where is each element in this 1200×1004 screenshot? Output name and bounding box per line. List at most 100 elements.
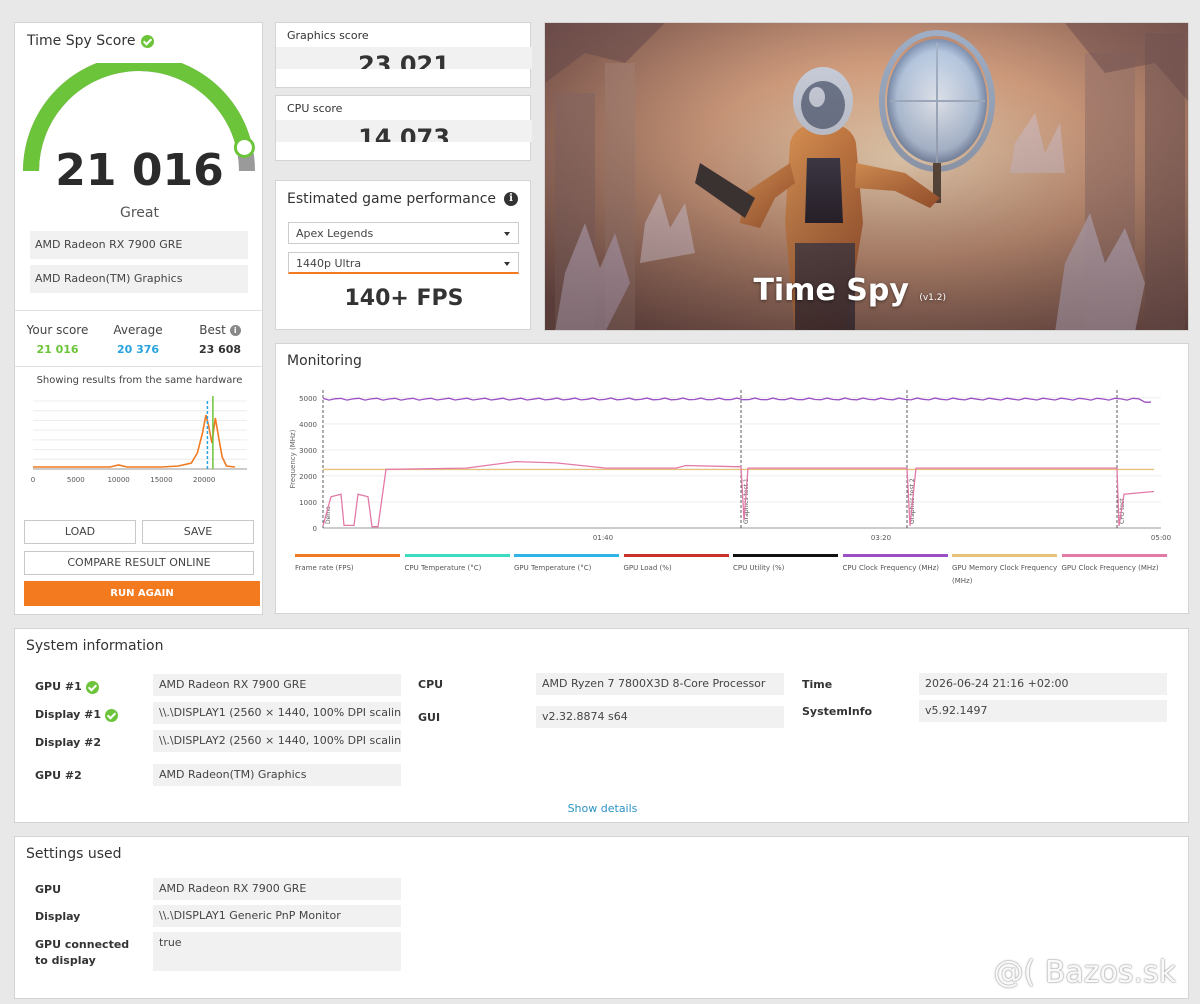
estimated-fps: 140+ FPS (344, 286, 464, 311)
hardware-row-igpu: AMD Radeon(TM) Graphics (30, 265, 248, 293)
game-performance-title: Estimated game performance (287, 191, 497, 207)
legend-swatch (733, 554, 838, 557)
gui-label: GUI (418, 711, 441, 724)
y-tick-label: 1000 (299, 499, 317, 507)
legend-label: Frame rate (FPS) (295, 564, 354, 572)
compare-online-button[interactable]: COMPARE RESULT ONLINE (24, 551, 254, 575)
load-button[interactable]: LOAD (24, 520, 136, 544)
game-select[interactable]: Apex Legends (288, 222, 519, 244)
gpu1-label: GPU #1 (35, 680, 99, 694)
display2-label: Display #2 (35, 736, 102, 749)
gpu1-value: AMD Radeon RX 7900 GRE (153, 674, 401, 696)
chevron-down-icon (504, 262, 510, 266)
y-tick-label: 2000 (299, 473, 317, 481)
your-score-label: Your score (26, 323, 89, 337)
score-card: Time Spy Score 21 016 Great AMD Radeon R… (14, 22, 264, 615)
cpu-label: CPU (418, 678, 444, 691)
banner-title-text: Time Spy (753, 273, 909, 308)
settings-display-label: Display (35, 910, 81, 923)
legend-label: CPU Utility (%) (733, 564, 785, 572)
game-performance-card: Estimated game performance i Apex Legend… (275, 180, 531, 330)
time-value: 2026-06-24 21:16 +02:00 (919, 673, 1167, 695)
monitoring-card: Monitoring 5000 4000 3000 2000 1000 0 Frequenc… (275, 343, 1189, 614)
cpu-score-value: 14 073 (276, 120, 532, 142)
average-score-block: Average 20 376 (107, 323, 169, 356)
legend-label: GPU Clock Frequency (MHz) (1061, 564, 1159, 572)
graphics-score-box: Graphics score 23 021 (275, 22, 532, 88)
run-again-button[interactable]: RUN AGAIN (24, 581, 260, 606)
info-icon[interactable]: i (504, 192, 518, 206)
legend-item[interactable]: GPU Load (%) (623, 554, 731, 575)
legend-swatch (952, 554, 1057, 557)
legend-item[interactable]: GPU Temperature (°C) (514, 554, 621, 575)
banner-title: Time Spy (v1.2) (753, 273, 946, 308)
x-tick-label: 01:40 (593, 534, 613, 542)
chevron-down-icon (504, 232, 510, 236)
settings-used-card: Settings used GPU AMD Radeon RX 7900 GRE… (14, 836, 1189, 999)
cpu-score-label: CPU score (287, 102, 343, 115)
legend-label: GPU Load (%) (623, 564, 672, 572)
y-tick-label: 3000 (299, 447, 317, 455)
y-axis-label: Frequency (MHz) (289, 429, 297, 488)
score-rating: Great (120, 205, 159, 221)
settings-connected-value: true (153, 932, 401, 971)
legend-label: GPU Temperature (°C) (514, 564, 592, 572)
verified-check-icon (104, 708, 118, 722)
distribution-tick-label: 10000 (107, 476, 129, 484)
resolution-select[interactable]: 1440p Ultra (288, 252, 519, 274)
display2-value: \\.\DISPLAY2 (2560 × 1440, 100% DPI scal… (153, 730, 401, 752)
score-value: 21 016 (55, 145, 224, 196)
systeminfo-value: v5.92.1497 (919, 700, 1167, 722)
gui-value: v2.32.8874 s64 (536, 706, 784, 728)
banner-version: (v1.2) (919, 293, 946, 303)
system-information-card: System information GPU #1 AMD Radeon RX … (14, 628, 1189, 823)
cpu-clock-series (322, 397, 1151, 403)
monitoring-chart: 5000 4000 3000 2000 1000 0 Frequency (MHz) 01:4… (289, 390, 1171, 542)
legend-swatch (623, 554, 729, 557)
legend-swatch (295, 554, 400, 557)
settings-connected-label: GPU connected to display (35, 938, 130, 967)
resolution-select-value: 1440p Ultra (296, 257, 362, 270)
best-score-value: 23 608 (198, 343, 242, 356)
display1-value: \\.\DISPLAY1 (2560 × 1440, 100% DPI scal… (153, 702, 401, 724)
divider (15, 310, 264, 311)
legend-swatch (514, 554, 619, 557)
legend-item[interactable]: CPU Clock Frequency (MHz) (842, 554, 950, 575)
your-score-value: 21 016 (36, 343, 79, 356)
legend-swatch (1061, 554, 1167, 557)
distribution-tick-label: 0 (31, 476, 35, 484)
gpu1-label-text: GPU #1 (35, 680, 82, 693)
show-details-link[interactable]: Show details (15, 802, 1190, 815)
monitoring-title: Monitoring (287, 353, 362, 369)
average-score-value: 20 376 (116, 343, 160, 356)
score-title-text: Time Spy Score (27, 33, 136, 49)
legend-item[interactable]: Frame rate (FPS) (295, 554, 402, 575)
distribution-caption: Showing results from the same hardware (36, 375, 243, 386)
legend-item[interactable]: CPU Utility (%) (733, 554, 840, 575)
best-score-label: Best i (187, 323, 253, 337)
save-button[interactable]: SAVE (142, 520, 254, 544)
settings-gpu-value: AMD Radeon RX 7900 GRE (153, 878, 401, 900)
legend-label: CPU Temperature (°C) (404, 564, 482, 572)
gpu2-value: AMD Radeon(TM) Graphics (153, 764, 401, 786)
graphics-score-value: 23 021 (276, 47, 532, 69)
legend-item[interactable]: GPU Memory Clock Frequency (MHz) (952, 554, 1059, 588)
distribution-tick-label: 15000 (150, 476, 172, 484)
legend-swatch (404, 554, 510, 557)
time-label: Time (802, 678, 833, 691)
y-tick-label: 4000 (299, 421, 317, 429)
benchmark-banner: Time Spy (v1.2) (544, 22, 1189, 331)
systeminfo-label: SystemInfo (802, 705, 873, 718)
verified-check-icon (85, 680, 99, 694)
score-title: Time Spy Score (27, 33, 155, 49)
legend-swatch (842, 554, 948, 557)
x-tick-label: 05:00 (1151, 534, 1171, 542)
cpu-value: AMD Ryzen 7 7800X3D 8-Core Processor (536, 673, 784, 695)
legend-item[interactable]: CPU Temperature (°C) (404, 554, 512, 575)
distribution-tick-label: 20000 (193, 476, 215, 484)
info-icon[interactable]: i (229, 325, 241, 336)
x-tick-label: 03:20 (871, 534, 891, 542)
legend-item[interactable]: GPU Clock Frequency (MHz) (1061, 554, 1169, 575)
gpu2-label: GPU #2 (35, 769, 82, 782)
best-label-text: Best (199, 323, 226, 337)
